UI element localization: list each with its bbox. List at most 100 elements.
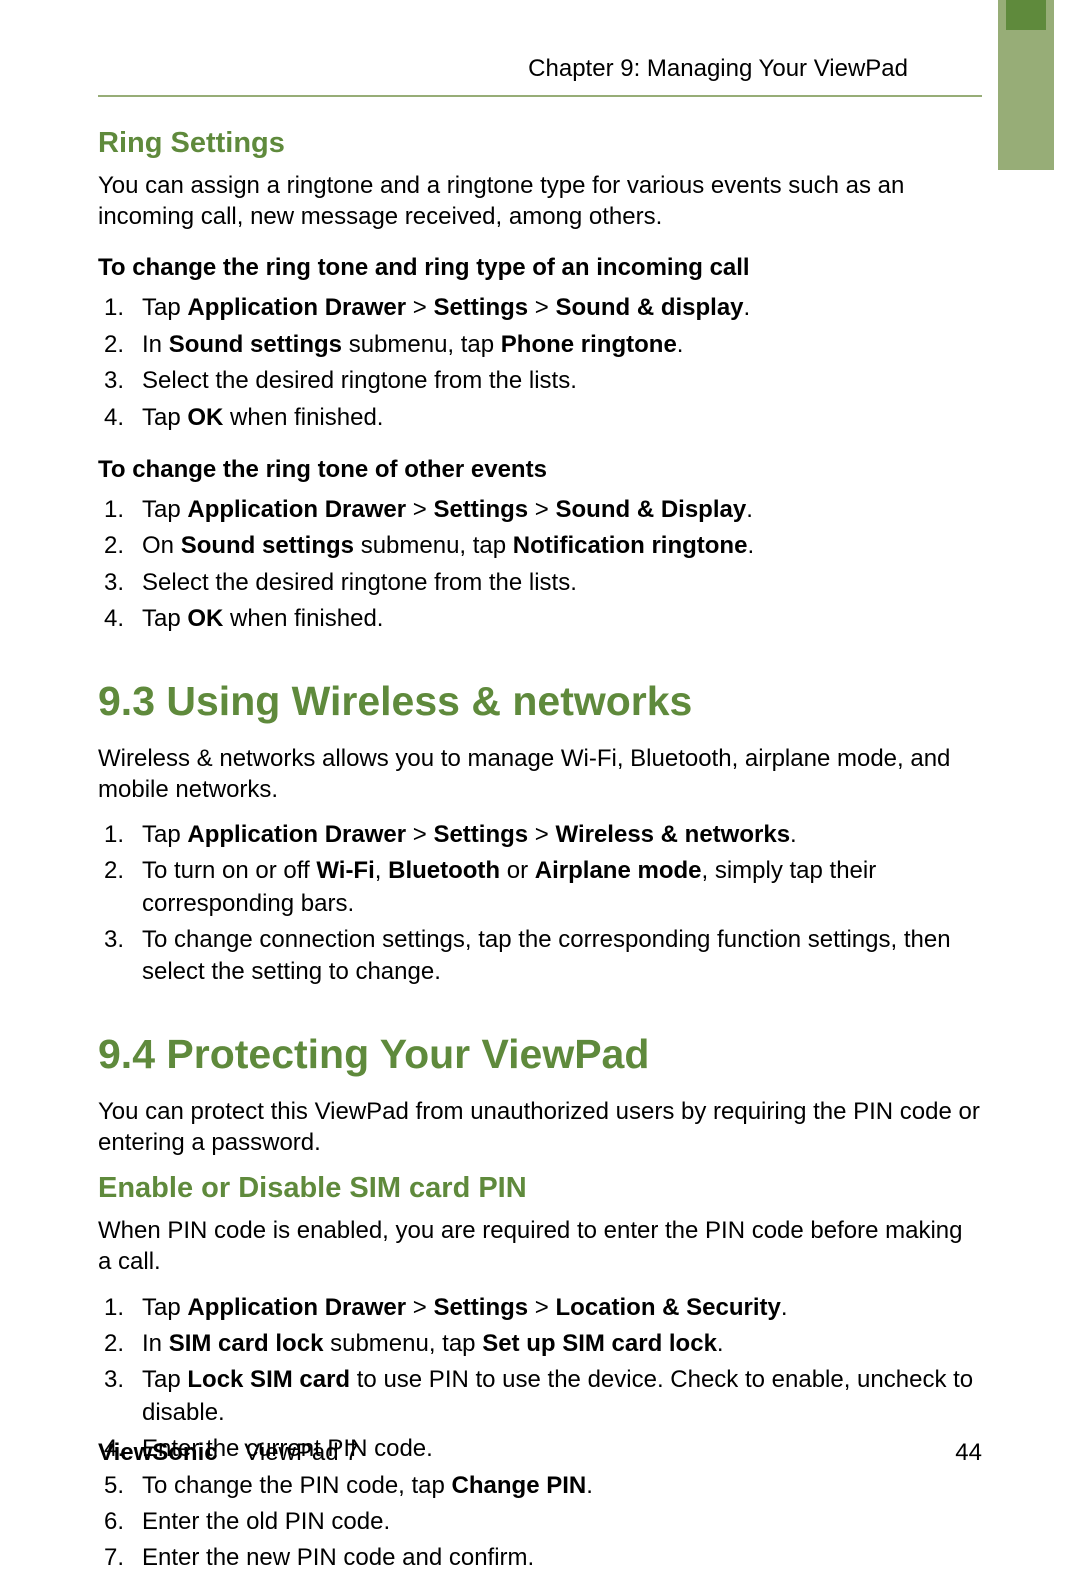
step-bold: Settings (433, 496, 528, 523)
step-bold: OK (187, 404, 223, 431)
step-text: submenu, tap (323, 1330, 482, 1357)
chapter-header: Chapter 9: Managing Your ViewPad (98, 55, 982, 97)
ring-sub2-title: To change the ring tone of other events (98, 456, 982, 484)
step-text: . (717, 1330, 724, 1357)
step-text: In (142, 331, 169, 358)
step-bold: Wireless & networks (556, 821, 791, 848)
section-ring-settings-title: Ring Settings (98, 127, 982, 160)
list-item: Tap Application Drawer > Settings > Soun… (98, 292, 982, 324)
step-bold: Phone ringtone (501, 331, 677, 358)
step-bold: Application Drawer (187, 496, 406, 523)
protect-intro: You can protect this ViewPad from unauth… (98, 1096, 982, 1158)
step-text: submenu, tap (354, 532, 513, 559)
step-text: . (586, 1472, 593, 1499)
step-bold: Application Drawer (187, 1294, 406, 1321)
list-item: Tap Application Drawer > Settings > Loca… (98, 1292, 982, 1324)
footer-brand-bold: ViewSonic (98, 1439, 218, 1466)
step-text: > (528, 496, 555, 523)
footer-brand: ViewSonic ViewPad 7 (98, 1439, 359, 1467)
step-text: Tap (142, 496, 187, 523)
step-text: Tap (142, 821, 187, 848)
step-text: To change the PIN code, tap (142, 1472, 452, 1499)
step-text: Select the desired ringtone from the lis… (142, 367, 577, 394)
step-bold: Bluetooth (388, 857, 500, 884)
protect-sub-title: Enable or Disable SIM card PIN (98, 1172, 982, 1205)
step-text: . (744, 294, 751, 321)
list-item: Select the desired ringtone from the lis… (98, 567, 982, 599)
list-item: In SIM card lock submenu, tap Set up SIM… (98, 1328, 982, 1360)
step-text: To change connection settings, tap the c… (142, 926, 951, 985)
step-text: > (528, 821, 555, 848)
step-text: Tap (142, 404, 187, 431)
step-text: . (781, 1294, 788, 1321)
step-text: Tap (142, 1294, 187, 1321)
step-text: when finished. (223, 605, 383, 632)
step-text: , (375, 857, 388, 884)
list-item: To change the PIN code, tap Change PIN. (98, 1470, 982, 1502)
step-bold: Change PIN (452, 1472, 587, 1499)
list-item: On Sound settings submenu, tap Notificat… (98, 530, 982, 562)
list-item: Tap OK when finished. (98, 402, 982, 434)
step-text: Enter the new PIN code and confirm. (142, 1544, 534, 1571)
page-number: 44 (955, 1439, 982, 1467)
page: Chapter 9: Managing Your ViewPad Ring Se… (0, 0, 1080, 1527)
list-item: Enter the old PIN code. (98, 1506, 982, 1538)
step-bold: Lock SIM card (187, 1366, 350, 1393)
step-bold: Settings (433, 821, 528, 848)
list-item: Enter the new PIN code and confirm. (98, 1542, 982, 1574)
step-text: Tap (142, 605, 187, 632)
ring-settings-intro: You can assign a ringtone and a ringtone… (98, 170, 982, 232)
step-text: when finished. (223, 404, 383, 431)
step-bold: Application Drawer (187, 821, 406, 848)
list-item: To change connection settings, tap the c… (98, 924, 982, 989)
wireless-intro: Wireless & networks allows you to manage… (98, 743, 982, 805)
step-bold: Sound settings (181, 532, 354, 559)
step-bold: OK (187, 605, 223, 632)
ring-sub1-steps: Tap Application Drawer > Settings > Soun… (98, 292, 982, 434)
step-bold: Set up SIM card lock (482, 1330, 717, 1357)
step-text: > (406, 496, 433, 523)
section-protect-title: 9.4 Protecting Your ViewPad (98, 1031, 982, 1078)
step-bold: Sound & display (556, 294, 744, 321)
list-item: Tap Lock SIM card to use PIN to use the … (98, 1364, 982, 1429)
step-text: > (406, 294, 433, 321)
ring-sub2-steps: Tap Application Drawer > Settings > Soun… (98, 494, 982, 636)
step-bold: Location & Security (556, 1294, 781, 1321)
step-text: On (142, 532, 181, 559)
step-bold: Sound & Display (556, 496, 747, 523)
footer: ViewSonic ViewPad 7 44 (98, 1439, 982, 1467)
step-text: or (500, 857, 535, 884)
step-bold: Notification ringtone (513, 532, 748, 559)
step-text: . (677, 331, 684, 358)
list-item: To turn on or off Wi-Fi, Bluetooth or Ai… (98, 855, 982, 920)
list-item: Tap Application Drawer > Settings > Wire… (98, 819, 982, 851)
step-text: Tap (142, 1366, 187, 1393)
step-text: > (406, 1294, 433, 1321)
list-item: In Sound settings submenu, tap Phone rin… (98, 329, 982, 361)
list-item: Select the desired ringtone from the lis… (98, 365, 982, 397)
step-bold: Settings (433, 1294, 528, 1321)
step-text: . (790, 821, 797, 848)
step-text: Select the desired ringtone from the lis… (142, 569, 577, 596)
step-text: Tap (142, 294, 187, 321)
list-item: Tap OK when finished. (98, 603, 982, 635)
step-bold: Settings (433, 294, 528, 321)
step-text: To turn on or off (142, 857, 316, 884)
step-bold: Application Drawer (187, 294, 406, 321)
step-text: In (142, 1330, 169, 1357)
step-text: > (528, 1294, 555, 1321)
footer-brand-rest: ViewPad 7 (244, 1439, 358, 1466)
list-item: Tap Application Drawer > Settings > Soun… (98, 494, 982, 526)
ring-sub1-title: To change the ring tone and ring type of… (98, 254, 982, 282)
step-bold: Airplane mode (535, 857, 702, 884)
step-text: > (528, 294, 555, 321)
section-wireless-title: 9.3 Using Wireless & networks (98, 678, 982, 725)
page-tab-decoration-inner (1006, 0, 1046, 30)
step-text: . (747, 532, 754, 559)
step-bold: SIM card lock (169, 1330, 324, 1357)
step-bold: Sound settings (169, 331, 342, 358)
step-text: . (746, 496, 753, 523)
step-bold: Wi-Fi (316, 857, 374, 884)
protect-steps: Tap Application Drawer > Settings > Loca… (98, 1292, 982, 1575)
protect-sub-intro: When PIN code is enabled, you are requir… (98, 1215, 982, 1277)
